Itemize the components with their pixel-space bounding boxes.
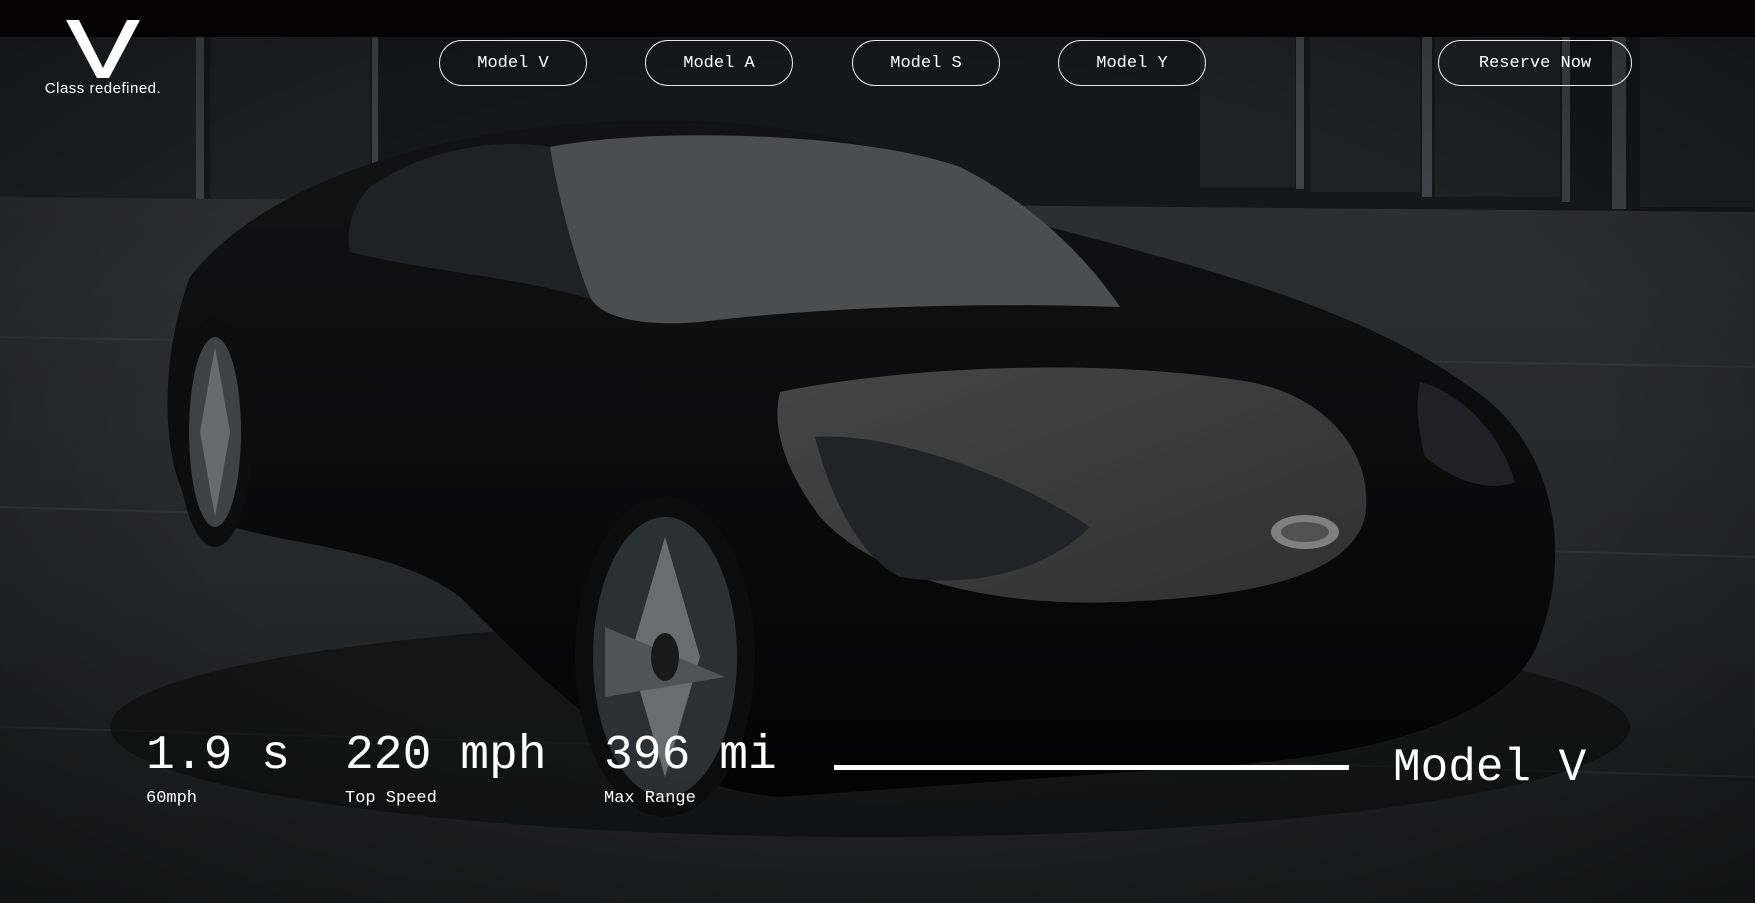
top-bar xyxy=(0,0,1755,37)
brand-tagline: Class redefined. xyxy=(44,80,162,97)
model-name-heading: Model V xyxy=(1393,742,1587,794)
stat-value: 220 mph xyxy=(345,729,547,783)
nav-model-y-button[interactable]: Model Y xyxy=(1058,40,1206,86)
stat-label: 60mph xyxy=(146,789,198,808)
stat-value: 1.9 s xyxy=(146,729,291,783)
brand-logo[interactable]: Class redefined. xyxy=(28,18,178,97)
nav-model-a-button[interactable]: Model A xyxy=(645,40,793,86)
stat-value: 396 mi xyxy=(604,729,777,783)
reserve-now-button[interactable]: Reserve Now xyxy=(1438,40,1632,86)
stat-label: Max Range xyxy=(604,789,696,808)
stat-top-speed: 220 mph Top Speed xyxy=(345,728,547,810)
nav-model-s-button[interactable]: Model S xyxy=(852,40,1000,86)
nav-model-v-button[interactable]: Model V xyxy=(439,40,587,86)
divider-line xyxy=(834,765,1349,770)
v-logo-icon xyxy=(66,20,140,78)
stat-label: Top Speed xyxy=(345,789,437,808)
stat-acceleration: 1.9 s 60mph xyxy=(146,728,290,810)
stat-max-range: 396 mi Max Range xyxy=(604,728,777,810)
